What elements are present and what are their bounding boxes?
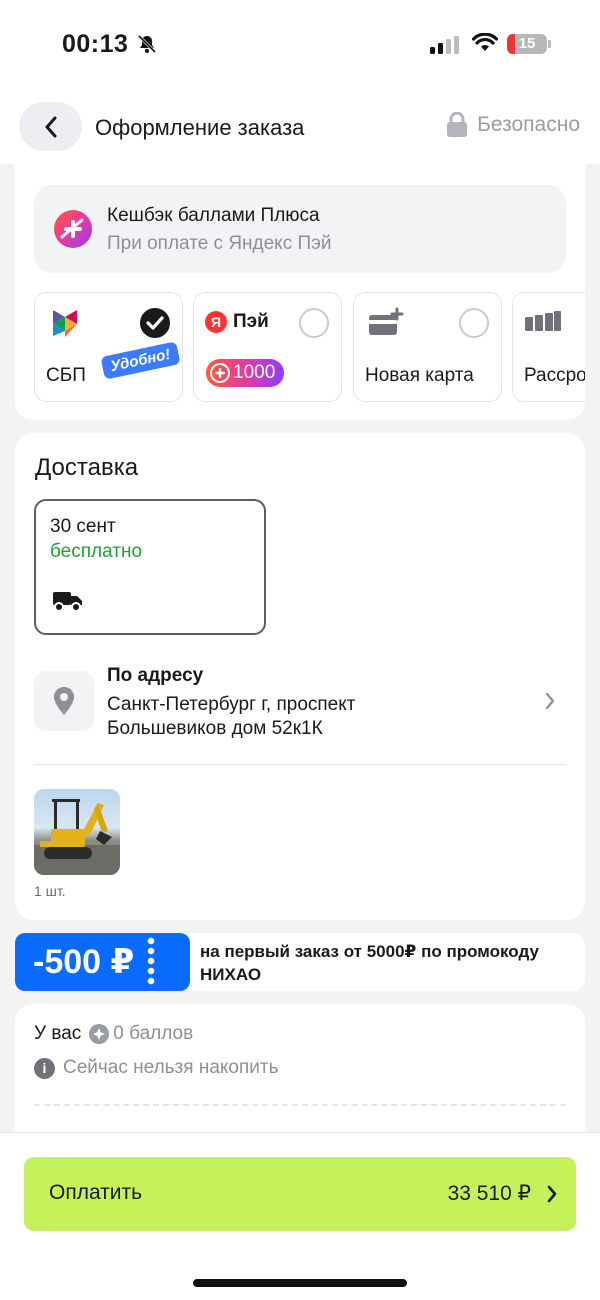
cashback-subtitle: При оплате с Яндекс Пэй <box>107 233 332 254</box>
status-bar: 00:13 15 <box>0 0 600 90</box>
battery-icon: 15 <box>507 34 547 54</box>
add-card-icon <box>369 307 404 335</box>
delivery-section: Доставка 30 сент бесплатно По адресу Сан… <box>15 433 585 920</box>
payment-method-installment[interactable]: Рассрочка <box>512 292 585 402</box>
plus-bonus-amount: 1000 <box>233 362 276 383</box>
points-balance-line: У вас 0 баллов <box>34 1023 193 1045</box>
payment-method-sbp[interactable]: СБП Удобно! <box>34 292 183 402</box>
chevron-right-icon <box>547 1185 557 1203</box>
payment-method-new-card[interactable]: Новая карта <box>353 292 502 402</box>
plus-icon <box>210 363 230 383</box>
cashback-banner[interactable]: Кешбэк баллами Плюса При оплате с Яндекс… <box>34 185 566 273</box>
plus-bonus-pill: 1000 <box>206 359 285 387</box>
promo-ticket: -500 ₽ <box>15 933 190 991</box>
location-pin-icon <box>34 671 94 731</box>
chevron-right-icon <box>545 692 555 710</box>
checkout-bar: Оплатить 33 510 ₽ <box>0 1132 600 1300</box>
secure-label: Безопасно <box>477 113 580 136</box>
lock-icon <box>447 112 468 137</box>
product-quantity: 1 шт. <box>34 883 66 899</box>
radio-yandex-pay[interactable] <box>299 308 329 338</box>
delivery-price: бесплатно <box>50 541 143 562</box>
sbp-logo-icon <box>53 310 77 337</box>
payment-method-yandex-pay[interactable]: Я Пэй 1000 <box>193 292 342 402</box>
pay-button[interactable]: Оплатить 33 510 ₽ <box>24 1157 576 1231</box>
method-label-yandex-pay: Пэй <box>233 311 269 332</box>
radio-sbp[interactable] <box>140 308 170 338</box>
header: Оформление заказа Безопасно <box>0 90 600 164</box>
home-indicator[interactable] <box>193 1279 407 1287</box>
chevron-left-icon <box>45 116 56 137</box>
wifi-icon <box>472 33 498 51</box>
divider <box>34 764 566 765</box>
points-section: У вас 0 баллов i Сейчас нельзя накопить <box>15 1004 585 1134</box>
method-label-sbp: СБП <box>46 365 86 386</box>
delivery-title: Доставка <box>35 454 139 481</box>
address-line-2: Большевиков дом 52к1К <box>107 718 323 739</box>
battery-tip <box>548 40 551 48</box>
method-label-installment: Рассрочка <box>524 365 585 386</box>
excavator-image <box>34 799 120 875</box>
product-thumbnail[interactable] <box>34 789 120 875</box>
page-title: Оформление заказа <box>95 115 305 140</box>
info-icon: i <box>34 1057 55 1079</box>
dashed-divider <box>34 1104 566 1106</box>
bell-off-icon <box>137 34 157 54</box>
order-total: 33 510 ₽ <box>447 1182 531 1205</box>
secure-indicator: Безопасно <box>445 112 580 138</box>
pay-label: Оплатить <box>49 1181 143 1204</box>
promo-amount: -500 ₽ <box>33 943 135 981</box>
cashback-title: Кешбэк баллами Плюса <box>107 205 320 226</box>
delivery-address-row[interactable]: По адресу Санкт-Петербург г, проспект Бо… <box>34 661 566 761</box>
status-time: 00:13 <box>62 30 129 58</box>
payment-section: Кешбэк баллами Плюса При оплате с Яндекс… <box>15 164 585 420</box>
promo-banner[interactable]: -500 ₽ на первый заказ от 5000₽ по промо… <box>15 933 585 991</box>
convenient-badge: Удобно! <box>100 341 181 380</box>
points-prefix: У вас <box>34 1023 82 1044</box>
promo-text: на первый заказ от 5000₽ по промокоду НИ… <box>200 942 539 984</box>
radio-new-card[interactable] <box>459 308 489 338</box>
truck-icon <box>53 592 82 612</box>
points-balance: 0 баллов <box>113 1023 194 1044</box>
payment-methods: СБП Удобно! Я Пэй 1000 Новая карта Расср… <box>34 292 585 402</box>
installment-icon <box>525 311 561 331</box>
back-button[interactable] <box>19 102 82 151</box>
delivery-slot[interactable]: 30 сент бесплатно <box>34 499 266 635</box>
ticket-perforation <box>146 936 156 988</box>
method-label-new-card: Новая карта <box>365 365 474 386</box>
plus-logo-icon <box>54 210 92 248</box>
yandex-logo-icon: Я <box>205 311 227 333</box>
points-note: Сейчас нельзя накопить <box>63 1057 279 1078</box>
yandex-pay-logo: Я Пэй <box>205 311 269 333</box>
delivery-date: 30 сент <box>50 516 116 537</box>
signal-icon <box>430 36 459 54</box>
battery-level: 15 <box>518 35 536 52</box>
points-coin-icon <box>89 1024 110 1044</box>
address-line-1: Санкт-Петербург г, проспект <box>107 694 356 715</box>
points-note-line: i Сейчас нельзя накопить <box>34 1057 279 1079</box>
address-title: По адресу <box>107 665 204 686</box>
